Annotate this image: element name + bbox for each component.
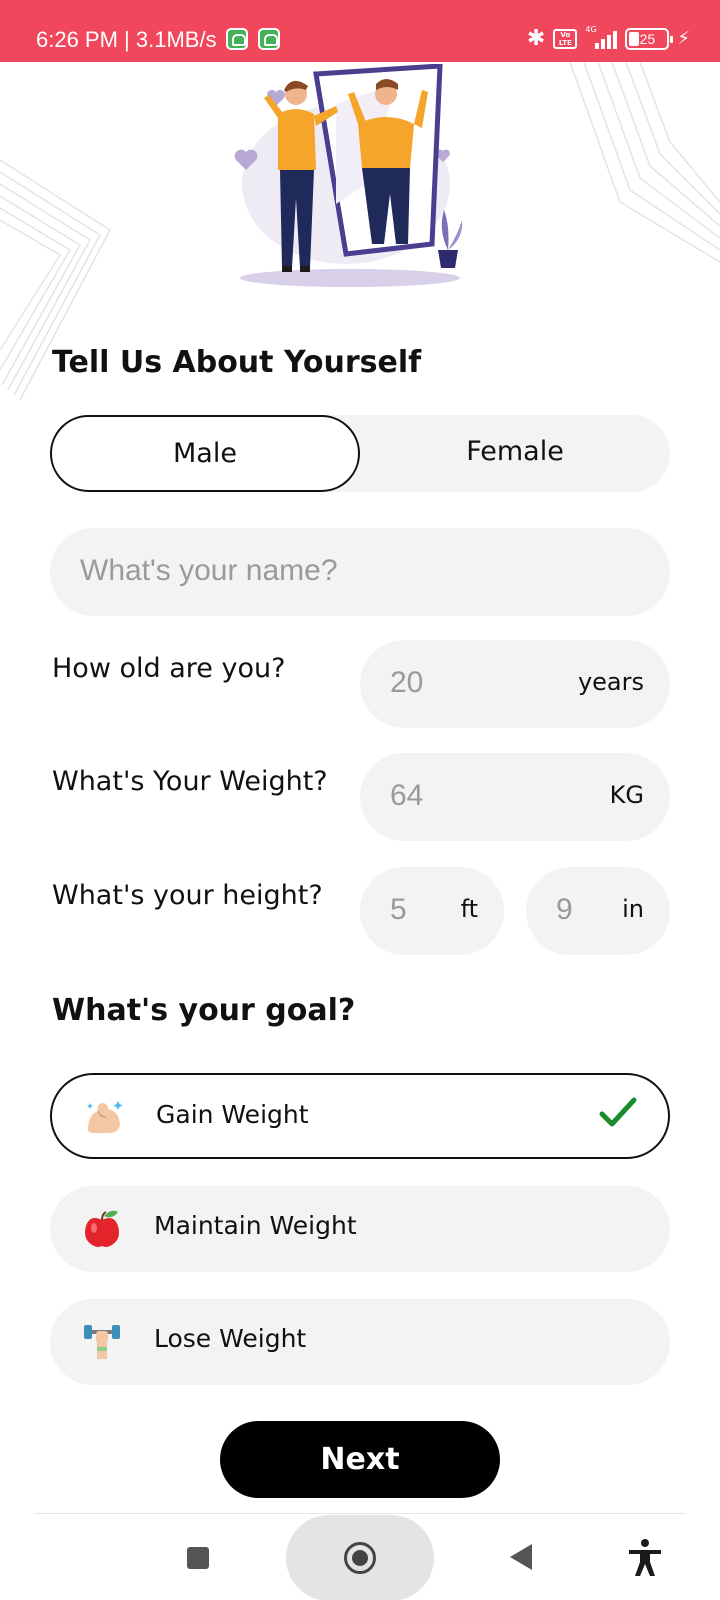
height-feet-unit: ft bbox=[460, 895, 478, 923]
goal-label: Maintain Weight bbox=[154, 1211, 357, 1240]
goal-option-lose-weight[interactable]: Lose Weight bbox=[50, 1299, 670, 1385]
next-button[interactable]: Next bbox=[220, 1421, 500, 1498]
weight-label: What's Your Weight? bbox=[52, 766, 328, 797]
weight-unit: KG bbox=[609, 781, 644, 809]
back-icon[interactable] bbox=[510, 1544, 532, 1570]
gender-option-male[interactable]: Male bbox=[50, 415, 360, 492]
system-navigation-bar bbox=[0, 1514, 720, 1600]
recents-icon[interactable] bbox=[187, 1547, 209, 1569]
height-inches-value: 9 bbox=[556, 893, 573, 926]
signal-icon: 4G bbox=[585, 25, 618, 49]
gender-toggle: Male Female bbox=[50, 415, 670, 492]
age-value: 20 bbox=[390, 666, 424, 699]
status-bar: 6:26 PM | 3.1MB/s ✱ Vo LTE 4G 25 ⚡ bbox=[0, 0, 720, 62]
home-icon[interactable] bbox=[344, 1542, 376, 1574]
height-label: What's your height? bbox=[52, 880, 323, 911]
goal-option-gain-weight[interactable]: Gain Weight bbox=[50, 1073, 670, 1159]
dumbbell-icon bbox=[84, 1325, 120, 1359]
charging-icon: ⚡ bbox=[677, 28, 690, 49]
goal-title: What's your goal? bbox=[52, 993, 356, 1028]
goal-label: Lose Weight bbox=[154, 1324, 307, 1353]
height-feet-input[interactable]: 5 ft bbox=[360, 867, 504, 955]
gender-option-female[interactable]: Female bbox=[360, 415, 670, 492]
flexed-biceps-icon bbox=[87, 1101, 123, 1133]
weight-value: 64 bbox=[390, 779, 424, 812]
goal-label: Gain Weight bbox=[156, 1100, 309, 1129]
decorative-lines-right bbox=[569, 62, 720, 263]
height-feet-value: 5 bbox=[390, 893, 407, 926]
height-inches-unit: in bbox=[622, 895, 644, 923]
battery-icon: 25 bbox=[625, 28, 674, 50]
age-unit: years bbox=[577, 668, 644, 696]
volte-icon: Vo LTE bbox=[553, 29, 578, 49]
goal-option-maintain-weight[interactable]: Maintain Weight bbox=[50, 1186, 670, 1272]
battery-level: 25 bbox=[639, 31, 656, 47]
mirror-illustration bbox=[234, 64, 463, 287]
height-inches-input[interactable]: 9 in bbox=[526, 867, 670, 955]
page-title: Tell Us About Yourself bbox=[52, 345, 422, 380]
weight-input[interactable]: 64 KG bbox=[360, 753, 670, 841]
app-notification-icon bbox=[258, 28, 280, 50]
apple-icon bbox=[85, 1210, 119, 1247]
accessibility-icon[interactable] bbox=[627, 1538, 663, 1578]
name-placeholder: What's your name? bbox=[80, 554, 338, 587]
status-time: 6:26 PM | 3.1MB/s bbox=[36, 27, 217, 52]
app-notification-icon bbox=[226, 28, 248, 50]
name-input[interactable]: What's your name? bbox=[50, 528, 670, 616]
age-label: How old are you? bbox=[52, 653, 286, 684]
checkmark-icon bbox=[599, 1097, 637, 1127]
age-input[interactable]: 20 years bbox=[360, 640, 670, 728]
bluetooth-icon: ✱ bbox=[526, 26, 546, 51]
